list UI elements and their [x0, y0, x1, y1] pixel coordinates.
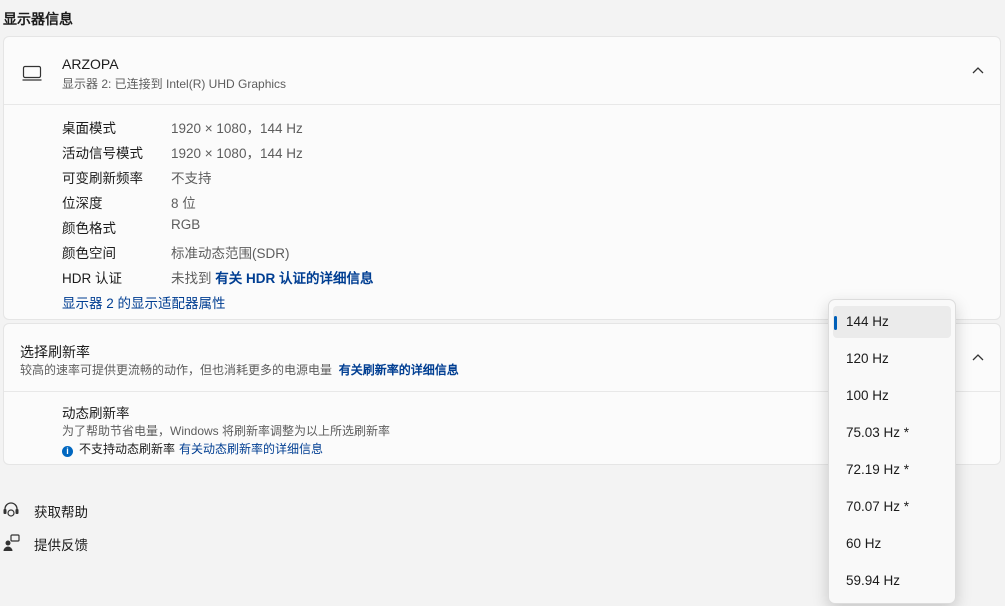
refresh-option[interactable]: 70.07 Hz *	[833, 491, 951, 523]
display-subtitle: 显示器 2: 已连接到 Intel(R) UHD Graphics	[62, 77, 287, 91]
refresh-option[interactable]: 100 Hz	[833, 380, 951, 412]
chevron-up-icon[interactable]	[971, 64, 985, 78]
hdr-details-link[interactable]: 有关 HDR 认证的详细信息	[215, 271, 373, 286]
refresh-option[interactable]: 72.19 Hz *	[833, 454, 951, 486]
display-info-card: ARZOPA 显示器 2: 已连接到 Intel(R) UHD Graphics…	[3, 36, 1001, 320]
refresh-rate-dropdown[interactable]: 144 Hz 120 Hz 100 Hz 75.03 Hz * 72.19 Hz…	[828, 299, 956, 604]
info-value: 1920 × 1080，144 Hz	[171, 146, 303, 161]
adapter-properties-link[interactable]: 显示器 2 的显示适配器属性	[62, 292, 226, 312]
info-label: HDR 认证	[62, 271, 122, 286]
info-label: 颜色空间	[62, 246, 116, 261]
refresh-subtitle: 较高的速率可提供更流畅的动作，但也消耗更多的电源电量 有关刷新率的详细信息	[20, 361, 459, 378]
refresh-option[interactable]: 59.94 Hz	[833, 565, 951, 597]
get-help-label: 获取帮助	[34, 505, 88, 520]
info-label: 可变刷新频率	[62, 171, 143, 186]
refresh-option[interactable]: 144 Hz	[833, 306, 951, 338]
info-value: RGB	[171, 217, 201, 232]
info-value: 未找到 有关 HDR 认证的详细信息	[171, 267, 374, 287]
info-value: 不支持	[171, 171, 212, 186]
refresh-option[interactable]: 75.03 Hz *	[833, 417, 951, 449]
dynamic-refresh-subtitle: 为了帮助节省电量，Windows 将刷新率调整为以上所选刷新率	[62, 424, 391, 438]
info-value: 标准动态范围(SDR)	[171, 246, 290, 261]
refresh-title: 选择刷新率	[20, 344, 90, 360]
feedback-label: 提供反馈	[34, 538, 88, 553]
info-label: 桌面模式	[62, 121, 116, 136]
section-title: 显示器信息	[3, 11, 73, 27]
monitor-icon	[22, 65, 42, 81]
hdr-value: 未找到	[171, 271, 212, 286]
refresh-option[interactable]: 120 Hz	[833, 343, 951, 375]
info-label: 颜色格式	[62, 221, 116, 236]
info-label: 位深度	[62, 196, 103, 211]
dynamic-refresh-note: i 不支持动态刷新率 有关动态刷新率的详细信息	[62, 440, 323, 457]
info-value: 8 位	[171, 196, 196, 211]
info-label: 活动信号模式	[62, 146, 143, 161]
refresh-subtitle-text: 较高的速率可提供更流畅的动作，但也消耗更多的电源电量	[20, 363, 333, 377]
display-name: ARZOPA	[62, 56, 119, 72]
dynamic-note-text: 不支持动态刷新率	[79, 442, 176, 456]
chevron-up-icon[interactable]	[971, 351, 985, 365]
divider	[4, 104, 1000, 105]
refresh-details-link[interactable]: 有关刷新率的详细信息	[339, 363, 459, 377]
dynamic-refresh-link[interactable]: 有关动态刷新率的详细信息	[179, 442, 323, 456]
feedback-icon	[3, 534, 20, 551]
info-icon: i	[62, 446, 73, 457]
help-icon	[3, 502, 19, 517]
info-value: 1920 × 1080，144 Hz	[171, 121, 303, 136]
dynamic-refresh-title: 动态刷新率	[62, 406, 130, 421]
refresh-option[interactable]: 60 Hz	[833, 528, 951, 560]
